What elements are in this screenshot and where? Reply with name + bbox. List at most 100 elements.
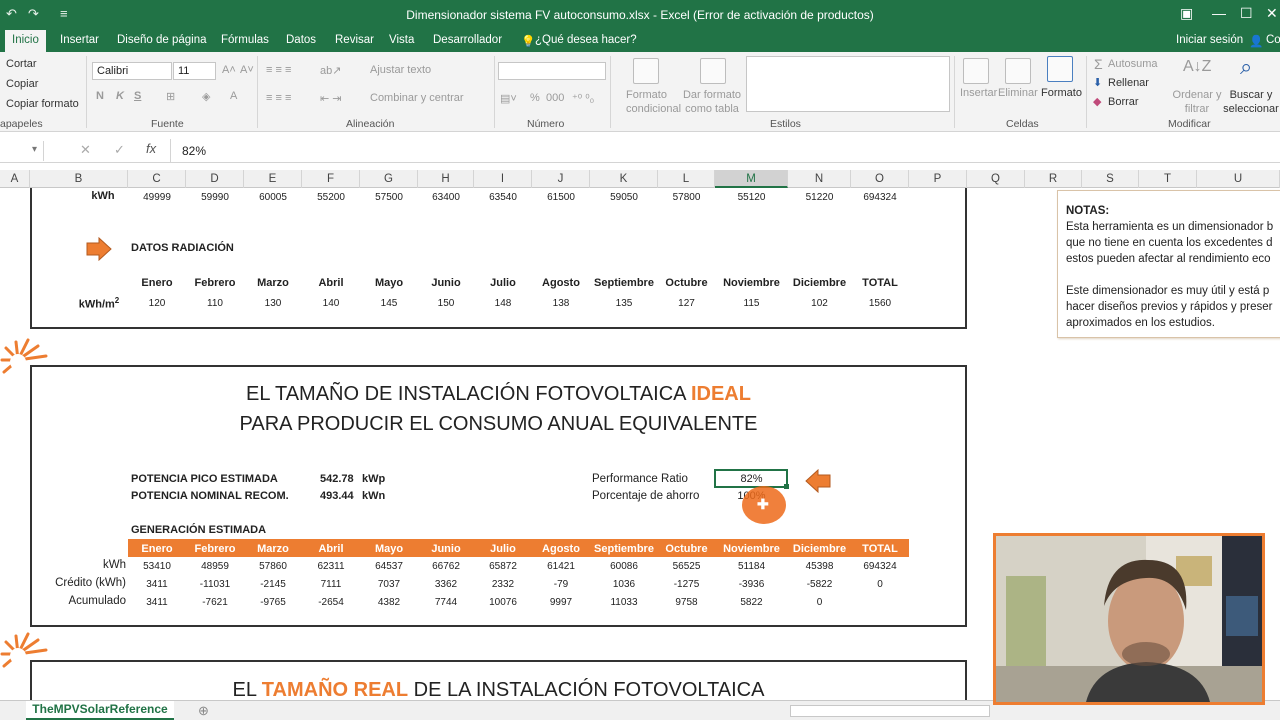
delete-cells-button[interactable]: Eliminar — [998, 87, 1038, 99]
column-header[interactable]: N — [788, 170, 851, 188]
decimal-icon[interactable]: ⁺⁰ ⁰₀ — [572, 92, 594, 105]
indent-icon[interactable]: ⇤ ⇥ — [320, 92, 342, 105]
generation-cell: 7744 — [434, 597, 458, 608]
column-header[interactable]: U — [1197, 170, 1280, 188]
tab-revisar[interactable]: Revisar — [335, 34, 374, 46]
format-as-table-button[interactable]: Dar formato como tabla — [680, 88, 744, 116]
nominal-power-unit: kWn — [362, 490, 386, 502]
wrap-text-button[interactable]: Ajustar texto — [370, 64, 431, 76]
share-button[interactable]: Co — [1266, 34, 1280, 46]
tab-formulas[interactable]: Fórmulas — [221, 34, 269, 46]
format-painter-button[interactable]: Copiar formato — [6, 98, 79, 110]
cancel-icon[interactable]: ✕ — [80, 142, 91, 158]
horizontal-scrollbar[interactable] — [790, 705, 990, 717]
number-format-combo[interactable] — [498, 62, 606, 80]
generation-month-header: Mayo — [374, 543, 404, 555]
sheet-tab-active[interactable]: TheMPVSolarReference — [26, 701, 174, 720]
notes-textbox[interactable]: NOTAS: Esta herramienta es un dimensiona… — [1057, 190, 1280, 338]
tab-vista[interactable]: Vista — [389, 34, 414, 46]
column-header[interactable]: O — [851, 170, 909, 188]
real-title-post: DE LA INSTALACIÓN FOTOVOLTAICA — [408, 679, 765, 701]
add-sheet-icon[interactable]: ⊕ — [198, 703, 209, 719]
tab-inicio[interactable]: Inicio — [5, 30, 46, 52]
column-header[interactable]: D — [186, 170, 244, 188]
lightbulb-icon: 💡 — [521, 36, 536, 48]
autosum-button[interactable]: Autosuma — [1108, 58, 1158, 70]
tab-datos[interactable]: Datos — [286, 34, 316, 46]
comma-button[interactable]: 000 — [546, 92, 564, 104]
font-name-combo[interactable]: Calibri — [92, 62, 172, 80]
clear-button[interactable]: Borrar — [1108, 96, 1139, 108]
generation-cell: -1275 — [673, 579, 700, 590]
column-header[interactable]: F — [302, 170, 360, 188]
generation-month-header: Septiembre — [594, 543, 654, 555]
column-header[interactable]: L — [658, 170, 715, 188]
sort-filter-button[interactable]: Ordenar y filtrar — [1172, 88, 1222, 116]
column-header[interactable]: J — [532, 170, 590, 188]
consumption-cell: 55120 — [737, 192, 766, 203]
column-header[interactable]: R — [1025, 170, 1082, 188]
currency-icon[interactable]: ▤˅ — [500, 92, 517, 105]
column-header[interactable]: B — [30, 170, 128, 188]
percent-button[interactable]: % — [530, 92, 540, 104]
merge-center-button[interactable]: Combinar y centrar — [370, 92, 464, 104]
name-box[interactable]: ▾ — [0, 141, 44, 161]
align-left-icon[interactable]: ≡ ≡ ≡ — [266, 92, 291, 104]
generation-cell: 51184 — [737, 561, 766, 572]
grow-font-icon[interactable]: A˄ — [222, 64, 236, 76]
column-header[interactable]: Q — [967, 170, 1025, 188]
performance-ratio-value[interactable]: 82% — [715, 473, 788, 485]
column-header[interactable]: G — [360, 170, 418, 188]
column-header[interactable]: A — [0, 170, 30, 188]
find-select-button[interactable]: Buscar y seleccionar — [1222, 88, 1280, 116]
column-header[interactable]: I — [474, 170, 532, 188]
tab-desarrollador[interactable]: Desarrollador — [433, 34, 502, 46]
generation-cell: 5822 — [740, 597, 763, 608]
bold-button[interactable]: N — [96, 90, 104, 102]
orientation-icon[interactable]: ab↗ — [320, 64, 341, 77]
enter-icon[interactable]: ✓ — [114, 142, 125, 158]
column-header[interactable]: C — [128, 170, 186, 188]
sort-filter-icon: A↓Z — [1183, 58, 1212, 75]
tab-insertar[interactable]: Insertar — [60, 34, 99, 46]
generation-cell: 48959 — [201, 561, 229, 572]
italic-button[interactable]: K — [116, 90, 124, 102]
insert-cells-button[interactable]: Insertar — [960, 87, 997, 99]
column-header[interactable]: K — [590, 170, 658, 188]
signin-link[interactable]: Iniciar sesión — [1176, 34, 1243, 46]
format-cells-button[interactable]: Formato — [1041, 87, 1082, 99]
column-header[interactable]: S — [1082, 170, 1139, 188]
column-header[interactable]: H — [418, 170, 474, 188]
borders-icon[interactable]: ⊞ — [166, 90, 175, 103]
column-header[interactable]: P — [909, 170, 967, 188]
maximize-icon[interactable]: ☐ — [1240, 5, 1253, 22]
ribbon-display-icon[interactable]: ▣ — [1180, 5, 1193, 22]
radiation-title: DATOS RADIACIÓN — [131, 242, 234, 254]
minimize-icon[interactable]: — — [1212, 5, 1226, 21]
align-top-icon[interactable]: ≡ ≡ ≡ — [266, 64, 291, 76]
function-icon[interactable]: fx — [146, 141, 156, 156]
close-icon[interactable]: ✕ — [1266, 5, 1278, 22]
fill-color-icon[interactable]: ◈ — [202, 90, 210, 103]
generation-cell: 65872 — [489, 561, 517, 572]
column-header[interactable]: E — [244, 170, 302, 188]
format-cells-icon — [1047, 56, 1073, 82]
radiation-month-header: Noviembre — [723, 277, 780, 289]
notes-line: aproximados en los estudios. — [1066, 317, 1215, 329]
font-size-combo[interactable]: 11 — [173, 62, 216, 80]
consumption-cell: 59050 — [610, 192, 638, 203]
webcam-overlay — [993, 533, 1265, 705]
conditional-format-button[interactable]: Formato condicional — [626, 88, 681, 116]
column-header[interactable]: T — [1139, 170, 1197, 188]
formula-input[interactable]: 82% — [182, 144, 206, 158]
font-color-icon[interactable]: A — [230, 90, 237, 102]
copy-button[interactable]: Copiar — [6, 78, 38, 90]
tell-me-box[interactable]: ¿Qué desea hacer? — [535, 34, 637, 46]
underline-button[interactable]: S — [134, 90, 141, 102]
cut-button[interactable]: Cortar — [6, 58, 37, 70]
column-header-selected[interactable]: M — [715, 170, 788, 188]
shrink-font-icon[interactable]: A˅ — [240, 64, 254, 76]
cell-styles-gallery[interactable] — [746, 56, 950, 112]
tab-diseno[interactable]: Diseño de página — [117, 34, 207, 46]
fill-button[interactable]: Rellenar — [1108, 77, 1149, 89]
